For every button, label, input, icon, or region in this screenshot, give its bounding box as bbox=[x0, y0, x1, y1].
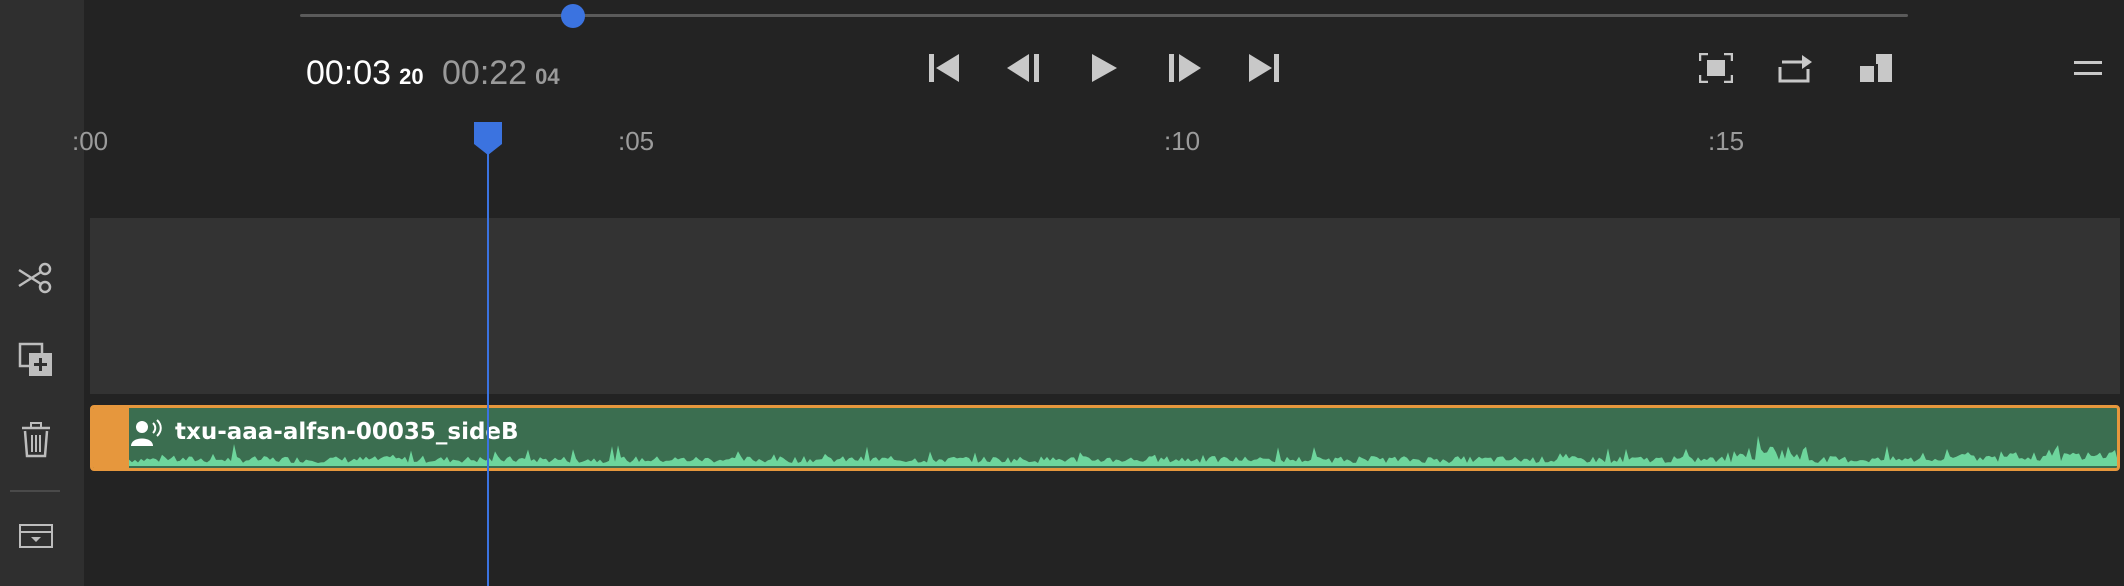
aspect-ratio-icon bbox=[1858, 53, 1894, 87]
aspect-ratio-button[interactable] bbox=[1854, 48, 1898, 92]
voice-audio-icon bbox=[131, 418, 163, 452]
scrubber-handle[interactable] bbox=[561, 4, 585, 28]
duration-timecode: 00:22 04 bbox=[442, 54, 560, 93]
track-options-icon bbox=[19, 524, 53, 552]
ruler-label-05: :05 bbox=[618, 126, 655, 156]
clip-trim-handle[interactable] bbox=[93, 408, 129, 468]
current-time: 00:03 bbox=[306, 54, 392, 92]
play-button[interactable] bbox=[1082, 48, 1126, 92]
skip-to-start-icon bbox=[927, 52, 961, 88]
duration-frames: 04 bbox=[535, 64, 560, 89]
loop-button[interactable] bbox=[1774, 48, 1818, 92]
current-frames: 20 bbox=[399, 64, 424, 89]
panel-menu-button[interactable] bbox=[2066, 48, 2110, 92]
ruler-label-15: :15 bbox=[1708, 126, 1745, 156]
step-forward-icon bbox=[1166, 52, 1202, 88]
trash-icon bbox=[20, 422, 52, 462]
rail-divider bbox=[10, 490, 60, 492]
step-back-button[interactable] bbox=[1002, 48, 1046, 92]
duplicate-button[interactable] bbox=[14, 340, 58, 384]
loop-icon bbox=[1778, 53, 1814, 87]
playhead-line bbox=[487, 130, 489, 586]
fit-frame-icon bbox=[1698, 52, 1734, 87]
ruler-label-10: :10 bbox=[1164, 126, 1201, 156]
skip-to-start-button[interactable] bbox=[922, 48, 966, 92]
menu-icon bbox=[2073, 58, 2103, 82]
scrubber-track[interactable] bbox=[300, 14, 1908, 17]
duplicate-add-icon bbox=[18, 342, 54, 382]
duration-time: 00:22 bbox=[442, 54, 528, 92]
scissors-icon bbox=[17, 260, 55, 300]
skip-to-end-button[interactable] bbox=[1242, 48, 1286, 92]
step-back-icon bbox=[1006, 52, 1042, 88]
audio-clip[interactable]: txu-aaa-alfsn-00035_sideB bbox=[90, 405, 2120, 471]
skip-to-end-icon bbox=[1247, 52, 1281, 88]
step-forward-button[interactable] bbox=[1162, 48, 1206, 92]
delete-button[interactable] bbox=[14, 420, 58, 464]
tool-rail bbox=[0, 0, 84, 586]
video-track[interactable] bbox=[90, 218, 2120, 394]
current-timecode: 00:03 20 bbox=[306, 54, 424, 93]
fit-frame-button[interactable] bbox=[1694, 48, 1738, 92]
split-button[interactable] bbox=[14, 258, 58, 302]
play-icon bbox=[1089, 52, 1119, 88]
clip-name: txu-aaa-alfsn-00035_sideB bbox=[175, 419, 519, 445]
ruler-label-00: :00 bbox=[72, 126, 109, 156]
timeline-editor: 00:03 20 00:22 04:00:05:10:15 txu-aa… bbox=[0, 0, 2124, 586]
track-options-button[interactable] bbox=[14, 516, 58, 560]
playhead-handle[interactable] bbox=[472, 120, 504, 160]
